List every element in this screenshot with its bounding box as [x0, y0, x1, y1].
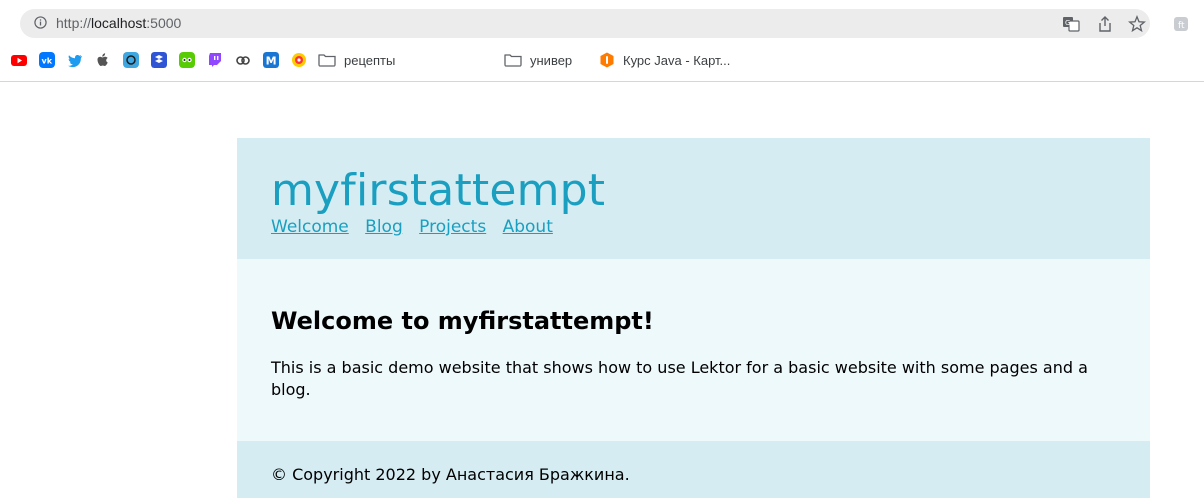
- youtube-icon[interactable]: [11, 52, 27, 68]
- translate-icon[interactable]: G: [1062, 15, 1080, 33]
- bookmarks-bar: vk M рецепты универ Курс Java - Карт...: [0, 48, 1204, 74]
- bookmark-folder-recipes[interactable]: рецепты: [344, 53, 395, 68]
- nav-link-blog[interactable]: Blog: [365, 217, 403, 237]
- bookmark-java-course[interactable]: Курс Java - Карт...: [623, 53, 730, 68]
- page-body: Welcome to myfirstattempt! This is a bas…: [237, 259, 1150, 441]
- url-port: :5000: [146, 15, 182, 31]
- svg-text:M: M: [266, 55, 277, 68]
- twitch-icon[interactable]: [207, 52, 223, 68]
- page-description: This is a basic demo website that shows …: [271, 358, 1088, 399]
- duolingo-icon[interactable]: [179, 52, 195, 68]
- bookmark-folder-univer[interactable]: универ: [530, 53, 572, 68]
- bookmark-app-icon-2[interactable]: [151, 52, 167, 68]
- url-text[interactable]: http://localhost:5000: [56, 14, 181, 32]
- nav-link-welcome[interactable]: Welcome: [271, 217, 349, 237]
- bookmark-star-icon[interactable]: [1128, 15, 1146, 33]
- svg-text:ft: ft: [1178, 21, 1185, 31]
- site-footer: © Copyright 2022 by Анастасия Бражкина.: [237, 441, 1150, 498]
- folder-icon: [504, 54, 522, 67]
- twitter-icon[interactable]: [67, 52, 83, 68]
- java-course-icon: [600, 52, 614, 68]
- apple-icon[interactable]: [95, 52, 111, 68]
- browser-chrome: http://localhost:5000 G ft vk M рецепты …: [0, 0, 1204, 82]
- site-title[interactable]: myfirstattempt: [271, 166, 605, 216]
- copyright-text: © Copyright 2022 by Анастасия Бражкина.: [271, 465, 630, 484]
- folder-icon: [318, 54, 336, 67]
- share-icon[interactable]: [1096, 15, 1114, 33]
- info-icon[interactable]: [34, 16, 47, 29]
- svg-text:vk: vk: [42, 57, 53, 66]
- page-heading: Welcome to myfirstattempt!: [271, 307, 654, 335]
- yandex-music-icon[interactable]: [291, 52, 307, 68]
- address-bar[interactable]: [20, 9, 1150, 38]
- url-scheme: http://: [56, 15, 92, 31]
- vk-icon[interactable]: vk: [39, 52, 55, 68]
- nav-link-projects[interactable]: Projects: [419, 217, 486, 237]
- bookmark-app-icon-1[interactable]: [123, 52, 139, 68]
- svg-text:G: G: [1065, 19, 1070, 27]
- creative-cloud-icon[interactable]: [235, 52, 251, 68]
- site-nav: Welcome Blog Projects About: [271, 217, 564, 237]
- extension-icon[interactable]: ft: [1172, 15, 1190, 33]
- lektor-site: myfirstattempt Welcome Blog Projects Abo…: [237, 138, 1150, 498]
- url-host: localhost: [91, 15, 147, 31]
- nav-link-about[interactable]: About: [503, 217, 553, 237]
- site-header: myfirstattempt Welcome Blog Projects Abo…: [237, 138, 1150, 259]
- m-icon[interactable]: M: [263, 52, 279, 68]
